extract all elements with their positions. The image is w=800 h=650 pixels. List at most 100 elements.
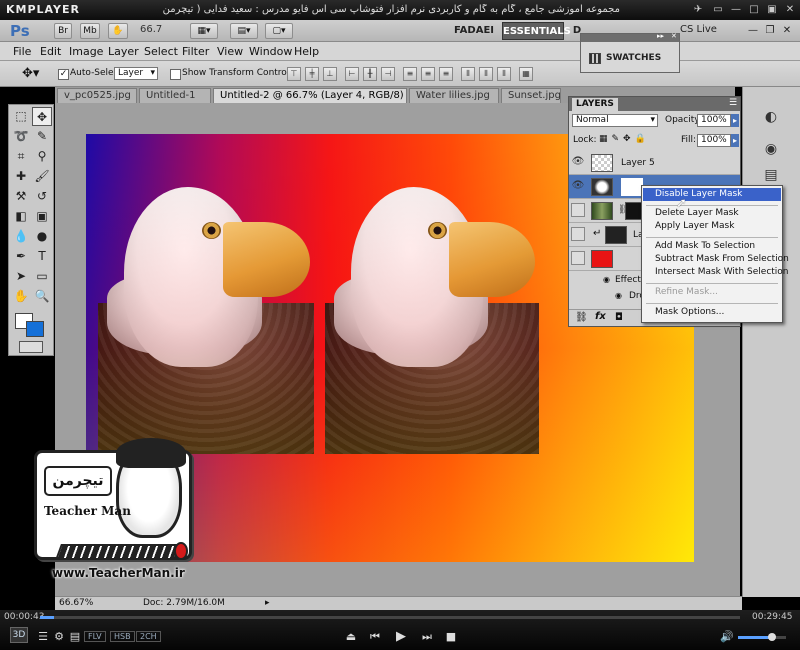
path-select-tool-icon[interactable]: ➤ xyxy=(11,267,31,286)
swatches-icon[interactable] xyxy=(589,53,601,64)
close-icon[interactable]: ✕ xyxy=(779,23,795,38)
volume-slider[interactable] xyxy=(738,633,786,641)
background-color-swatch[interactable] xyxy=(26,321,44,337)
eyedropper-tool-icon[interactable]: ⚲ xyxy=(32,147,52,166)
styles-icon[interactable]: ▤ xyxy=(757,165,785,185)
volume-thumb[interactable] xyxy=(768,633,776,641)
visibility-eye-icon[interactable]: 👁 xyxy=(571,179,585,193)
dodge-tool-icon[interactable]: ● xyxy=(32,227,52,246)
marquee-tool-icon[interactable]: ⬚ xyxy=(11,107,31,126)
menu-file[interactable]: File xyxy=(13,45,31,58)
fullscreen-icon[interactable]: ▣ xyxy=(764,2,780,17)
tab-water-lilies[interactable]: Water lilies.jpg xyxy=(409,88,499,103)
visibility-eye-icon[interactable]: 👁 xyxy=(571,155,585,169)
opacity-arrow-icon[interactable]: ▸ xyxy=(731,114,739,127)
view-extras-button[interactable]: ▦▾ xyxy=(190,23,218,39)
menu-item-apply-layer-mask[interactable]: Apply Layer Mask xyxy=(643,220,781,233)
eraser-tool-icon[interactable]: ◧ xyxy=(11,207,31,226)
mini-bridge-button[interactable]: Mb xyxy=(80,23,100,39)
hand-tool-icon[interactable]: ✋ xyxy=(11,287,31,306)
bridge-button[interactable]: Br xyxy=(54,23,72,39)
next-icon[interactable]: ⏭ xyxy=(418,630,436,644)
workspace-essentials[interactable]: ESSENTIALS xyxy=(502,22,571,40)
menu-item-disable-layer-mask[interactable]: Disable Layer Mask xyxy=(643,188,781,201)
restore-icon[interactable]: ❐ xyxy=(762,23,778,38)
fx-button-icon[interactable]: fx xyxy=(595,311,606,322)
visibility-box[interactable] xyxy=(571,227,585,241)
move-tool-preset-icon[interactable]: ✥▾ xyxy=(22,66,39,81)
eject-icon[interactable]: ⏏ xyxy=(342,630,360,644)
align-right-icon[interactable]: ⊣ xyxy=(381,67,395,81)
distribute-vcenter-icon[interactable]: ≡ xyxy=(421,67,435,81)
blend-mode-dropdown[interactable]: Normal ▾ xyxy=(572,114,658,127)
window-mode-icon[interactable]: ▭ xyxy=(710,2,726,17)
align-top-icon[interactable]: ⊤ xyxy=(287,67,301,81)
close-icon[interactable]: ✕ xyxy=(782,2,798,17)
maximize-icon[interactable]: □ xyxy=(746,2,762,17)
3d-icon[interactable]: 3D xyxy=(10,627,28,643)
type-tool-icon[interactable]: T xyxy=(32,247,52,266)
visibility-box[interactable] xyxy=(571,251,585,265)
volume-icon[interactable]: 🔊 xyxy=(718,630,736,644)
menu-window[interactable]: Window xyxy=(249,45,292,58)
align-hcenter-icon[interactable]: ╫ xyxy=(363,67,377,81)
play-icon[interactable]: ▶ xyxy=(392,630,410,644)
status-arrow-icon[interactable]: ▸ xyxy=(265,598,270,608)
menu-item-subtract-mask-from-selection[interactable]: Subtract Mask From Selection xyxy=(643,253,789,266)
lasso-tool-icon[interactable]: ➰ xyxy=(11,127,31,146)
quick-mask-icon[interactable] xyxy=(19,341,43,353)
lock-icons[interactable]: ▦✎✥🔒 xyxy=(599,134,650,144)
fill-arrow-icon[interactable]: ▸ xyxy=(731,134,739,147)
screen-mode-button[interactable]: ▢▾ xyxy=(265,23,293,39)
minimize-icon[interactable]: — xyxy=(745,23,761,38)
zoom-tool-icon[interactable]: 🔍 xyxy=(32,287,52,306)
show-transform-checkbox[interactable] xyxy=(170,69,181,80)
quick-select-tool-icon[interactable]: ✎ xyxy=(32,127,52,146)
layer-mask-thumbnail[interactable] xyxy=(621,178,643,196)
arrange-documents-button[interactable]: ▤▾ xyxy=(230,23,258,39)
panel-menu-icon[interactable]: ☰ xyxy=(729,98,737,108)
previous-icon[interactable]: ⏮ xyxy=(366,630,384,644)
menu-item-mask-options[interactable]: Mask Options... xyxy=(643,306,781,319)
close-icon[interactable]: ✕ xyxy=(671,32,677,40)
distribute-hcenter-icon[interactable]: ⦀ xyxy=(479,67,493,81)
link-layers-icon[interactable]: ⛓ xyxy=(575,312,588,323)
distribute-left-icon[interactable]: ⦀ xyxy=(461,67,475,81)
healing-brush-tool-icon[interactable]: ✚ xyxy=(11,167,31,186)
auto-select-checkbox[interactable]: ✓ xyxy=(58,69,69,80)
tab-untitled-2[interactable]: Untitled-2 @ 66.7% (Layer 4, RGB/8) * xyxy=(213,88,407,103)
menu-select[interactable]: Select xyxy=(144,45,178,58)
minimize-icon[interactable]: — xyxy=(728,2,744,17)
masks-icon[interactable]: ◉ xyxy=(757,139,785,159)
tab-v-pc0525[interactable]: v_pc0525.jpg xyxy=(57,88,137,103)
status-zoom[interactable]: 66.67% xyxy=(59,598,93,608)
align-vcenter-icon[interactable]: ╪ xyxy=(305,67,319,81)
tab-untitled-1[interactable]: Untitled-1 xyxy=(139,88,211,103)
swatches-panel-header[interactable] xyxy=(581,34,679,42)
menu-view[interactable]: View xyxy=(217,45,243,58)
swatches-label[interactable]: SWATCHES xyxy=(606,53,661,63)
layers-tab[interactable]: LAYERS xyxy=(572,98,618,111)
adjustments-icon[interactable]: ◐ xyxy=(757,107,785,127)
history-brush-tool-icon[interactable]: ↺ xyxy=(32,187,52,206)
menu-item-add-mask-to-selection[interactable]: Add Mask To Selection xyxy=(643,240,781,253)
workspace-fadaei[interactable]: FADAEI xyxy=(448,22,500,40)
blur-tool-icon[interactable]: 💧 xyxy=(11,227,31,246)
crop-tool-icon[interactable]: ⌗ xyxy=(11,147,31,166)
menu-filter[interactable]: Filter xyxy=(182,45,209,58)
menu-item-intersect-mask-with-selection[interactable]: Intersect Mask With Selection xyxy=(643,266,789,279)
menu-help[interactable]: Help xyxy=(294,45,319,58)
pen-tool-icon[interactable]: ✒ xyxy=(11,247,31,266)
add-mask-icon[interactable]: ◘ xyxy=(615,312,623,323)
tab-sunset[interactable]: Sunset.jpg xyxy=(501,88,561,103)
cs-live[interactable]: CS Live xyxy=(680,24,717,35)
hand-tool-button[interactable]: ✋ xyxy=(108,23,128,39)
menu-image[interactable]: Image xyxy=(69,45,103,58)
visibility-box[interactable] xyxy=(571,203,585,217)
fill-field[interactable]: 100% xyxy=(697,134,731,147)
move-tool-icon[interactable]: ✥ xyxy=(32,107,52,126)
clone-stamp-tool-icon[interactable]: ⚒ xyxy=(11,187,31,206)
distribute-bottom-icon[interactable]: ≡ xyxy=(439,67,453,81)
effect-eye-icon[interactable]: ◉ xyxy=(615,291,622,300)
align-bottom-icon[interactable]: ⊥ xyxy=(323,67,337,81)
